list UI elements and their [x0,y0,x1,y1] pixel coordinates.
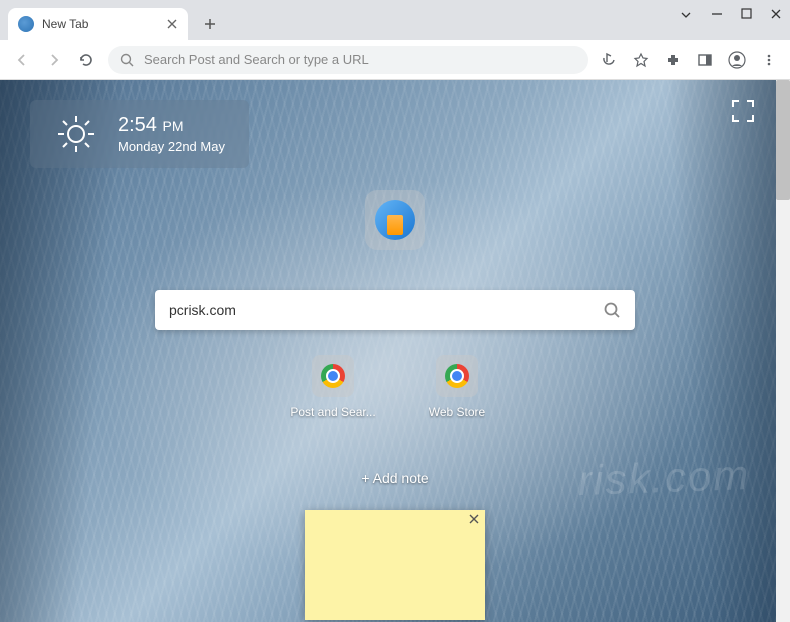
sticky-note[interactable] [305,510,485,620]
share-icon[interactable] [600,51,618,69]
shortcut-post-and-search[interactable]: Post and Sear... [293,355,373,419]
back-button[interactable] [12,50,32,70]
shortcut-tile [312,355,354,397]
note-close-button[interactable] [469,514,479,524]
chrome-icon [445,364,469,388]
side-panel-icon[interactable] [696,51,714,69]
close-window-button[interactable] [770,8,782,22]
weather-clock-widget[interactable]: 2:54 PM Monday 22nd May [30,100,249,168]
clock-date: Monday 22nd May [118,139,225,154]
forward-button[interactable] [44,50,64,70]
add-note-button[interactable]: + Add note [361,470,428,486]
profile-icon[interactable] [728,51,746,69]
search-input[interactable]: pcrisk.com [169,302,603,318]
shortcut-label: Web Store [429,405,485,419]
browser-toolbar: Search Post and Search or type a URL [0,40,790,80]
scrollbar-thumb[interactable] [776,80,790,200]
sun-icon [54,112,98,156]
minimize-button[interactable] [711,8,723,22]
page-content: risk.com 2:54 PM Monday 22nd May pcri [0,80,790,622]
extensions-icon[interactable] [664,51,682,69]
search-bar[interactable]: pcrisk.com [155,290,635,330]
reload-button[interactable] [76,50,96,70]
address-bar[interactable]: Search Post and Search or type a URL [108,46,588,74]
chevron-down-icon[interactable] [679,8,693,22]
shortcut-tile [436,355,478,397]
search-icon [120,53,134,67]
shortcuts-row: Post and Sear... Web Store [293,355,497,419]
new-tab-button[interactable] [196,10,224,38]
maximize-button[interactable] [741,8,752,22]
tab-favicon [18,16,34,32]
browser-tab[interactable]: New Tab [8,8,188,40]
omnibox-placeholder: Search Post and Search or type a URL [144,52,369,67]
shortcut-label: Post and Sear... [290,405,375,419]
clock: 2:54 PM Monday 22nd May [118,114,225,154]
window-controls [679,8,782,22]
bookmark-icon[interactable] [632,51,650,69]
fullscreen-button[interactable] [730,98,760,128]
tab-close-button[interactable] [166,18,178,30]
scrollbar[interactable] [776,80,790,622]
chrome-icon [321,364,345,388]
shortcut-web-store[interactable]: Web Store [417,355,497,419]
search-button[interactable] [603,301,621,319]
menu-icon[interactable] [760,51,778,69]
city-icon [375,200,415,240]
clock-time: 2:54 PM [118,114,225,137]
extension-logo [365,190,425,250]
titlebar: New Tab [0,0,790,40]
tab-title: New Tab [42,17,158,31]
